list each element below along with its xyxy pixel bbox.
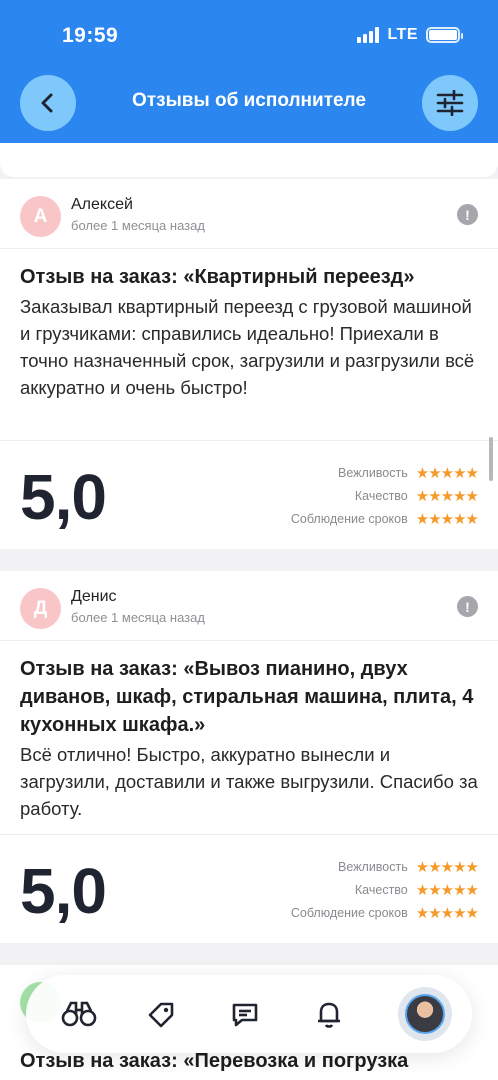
review-title: Отзыв на заказ: «Вывоз пианино, двух див… [20,658,474,736]
star-rating: ★★★★★ [415,904,479,922]
status-bar: 19:59 LTE [0,0,498,70]
review-body: Отзыв на заказ: «Квартирный переезд» Зак… [0,249,498,441]
star-rating: ★★★★★ [415,881,479,899]
criterion-label: Качество [354,882,408,897]
star-rating: ★★★★★ [415,858,479,876]
overall-score: 5,0 [20,461,107,533]
criterion-quality: Качество ★★★★★ [291,484,479,507]
bottom-tab-bar [26,975,472,1053]
sliders-icon [436,90,464,116]
rating-row: 5,0 Вежливость ★★★★★ Качество ★★★★★ Собл… [0,835,498,943]
criterion-label: Соблюдение сроков [290,511,408,526]
review-date: более 1 месяца назад [71,218,205,233]
network-type: LTE [387,26,418,43]
status-indicators: LTE [357,26,463,44]
star-rating: ★★★★★ [415,510,479,528]
review-author: Алексей [71,196,133,213]
report-icon[interactable]: ! [457,204,478,225]
criterion-politeness: Вежливость ★★★★★ [291,461,479,484]
criterion-quality: Качество ★★★★★ [291,878,479,901]
binoculars-icon [61,1001,97,1027]
review-author: Денис [71,588,117,605]
signal-icon [357,27,380,43]
scrollbar[interactable] [489,437,493,481]
tab-notifications[interactable] [310,995,348,1033]
criterion-label: Вежливость [338,465,408,480]
tag-icon [148,1002,174,1028]
tab-orders[interactable] [142,995,180,1033]
reviews-list[interactable]: А Алексей более 1 месяца назад ! Отзыв н… [0,143,498,1080]
filter-button[interactable] [422,75,478,131]
star-rating: ★★★★★ [415,464,479,482]
chat-icon [232,1003,258,1027]
app-header: 19:59 LTE Отзывы об исполнителе [0,0,498,143]
star-rating: ★★★★★ [415,487,479,505]
review-title: Отзыв на заказ: «Квартирный переезд» [20,266,415,288]
criterion-label: Качество [354,488,408,503]
overall-score: 5,0 [20,855,107,927]
status-time: 19:59 [62,24,119,47]
notifications-icon [318,1002,340,1028]
tab-chats[interactable] [226,995,264,1033]
report-icon[interactable]: ! [457,596,478,617]
criterion-deadlines: Соблюдение сроков ★★★★★ [290,507,479,530]
review-text: Всё отлично! Быстро, аккуратно вынесли и… [20,744,478,819]
tab-search[interactable] [60,995,98,1033]
profile-avatar [405,994,445,1034]
criteria-list: Вежливость ★★★★★ Качество ★★★★★ Соблюден… [290,461,479,530]
previous-review-card [0,143,498,177]
review-card: А Алексей более 1 месяца назад ! Отзыв н… [0,179,498,549]
review-body: Отзыв на заказ: «Вывоз пианино, двух див… [0,641,498,835]
criterion-label: Соблюдение сроков [290,905,408,920]
criteria-list: Вежливость ★★★★★ Качество ★★★★★ Соблюден… [290,855,479,924]
avatar: Д [20,588,61,629]
avatar: А [20,196,61,237]
review-date: более 1 месяца назад [71,610,205,625]
review-header: А Алексей более 1 месяца назад ! [0,179,498,249]
criterion-politeness: Вежливость ★★★★★ [291,855,479,878]
review-text: Заказывал квартирный переезд с грузовой … [20,296,475,398]
tab-profile[interactable] [398,987,452,1041]
battery-icon [426,27,463,43]
rating-row: 5,0 Вежливость ★★★★★ Качество ★★★★★ Собл… [0,441,498,549]
criterion-deadlines: Соблюдение сроков ★★★★★ [290,901,479,924]
review-header: Д Денис более 1 месяца назад ! [0,571,498,641]
review-card: Д Денис более 1 месяца назад ! Отзыв на … [0,571,498,943]
criterion-label: Вежливость [338,859,408,874]
